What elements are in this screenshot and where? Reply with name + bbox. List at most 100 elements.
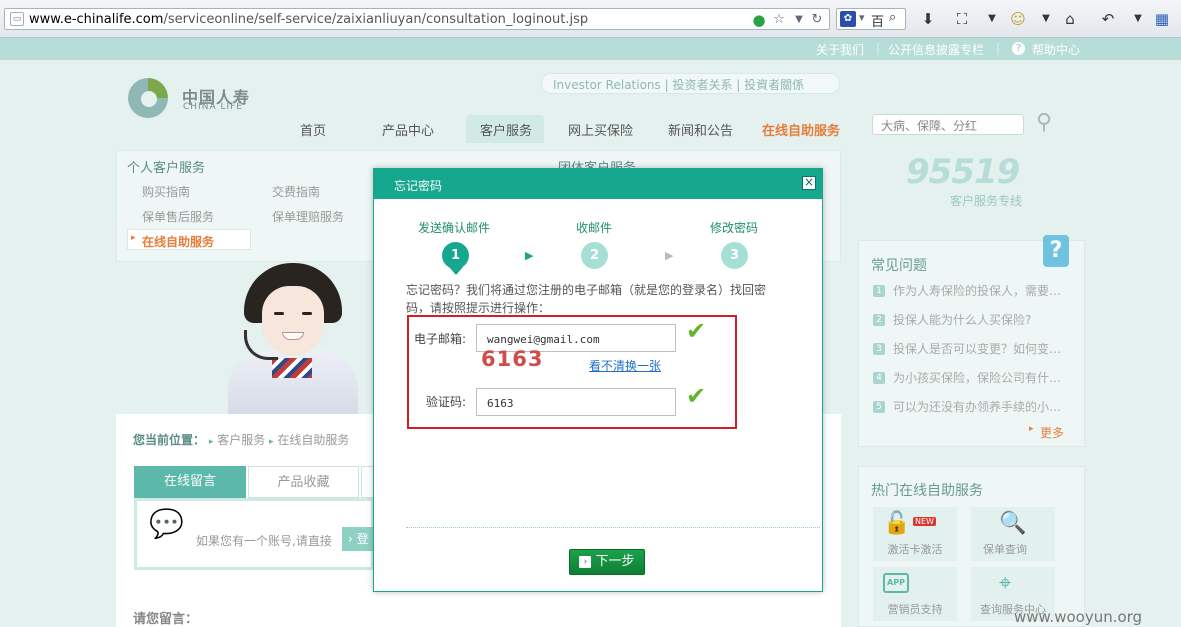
close-icon[interactable]: × bbox=[802, 176, 816, 190]
disclosure-link[interactable]: 公开信息披露专栏 bbox=[888, 41, 984, 58]
menu-item-self-service-label: 在线自助服务 bbox=[142, 235, 215, 249]
dialog-header: 忘记密码 × bbox=[374, 169, 822, 199]
breadcrumb-item[interactable]: 客户服务 bbox=[217, 433, 265, 447]
menu-item-buy-guide[interactable]: 购买指南 bbox=[142, 183, 190, 200]
dropdown-arrow-icon[interactable]: ▼ bbox=[1128, 9, 1148, 29]
page-icon: ▭ bbox=[10, 12, 24, 26]
separator: | bbox=[876, 41, 881, 55]
step-label-receive-email: 收邮件 bbox=[576, 221, 613, 235]
nav-news[interactable]: 新闻和公告 bbox=[668, 120, 733, 139]
hot-services-title: 热门在线自助服务 bbox=[871, 483, 983, 499]
site-top-bar: 关于我们 | 公开信息披露专栏 | ? 帮助中心 bbox=[0, 38, 1181, 60]
logo-icon-inner bbox=[141, 91, 157, 107]
screenshot-icon[interactable]: ⛶ bbox=[952, 9, 972, 29]
investor-relations-text[interactable]: Investor Relations | 投资者关系 | 投資者關係 bbox=[553, 76, 804, 93]
hot-service-card-activate[interactable]: 🔓 NEW 激活卡激活 bbox=[873, 507, 957, 561]
faq-panel: 常见问题 ? 1 作为人寿保险的投保人，需要… 2 投保人能为什么人买保险? 3… bbox=[858, 235, 1085, 447]
email-label: 电子邮箱: bbox=[414, 332, 467, 346]
arrow-right-icon: ▸ bbox=[1029, 424, 1034, 434]
login-button[interactable]: › 登 bbox=[342, 527, 376, 551]
dialog-title: 忘记密码 bbox=[394, 179, 443, 193]
step-label-change-password: 修改密码 bbox=[710, 221, 759, 235]
faq-item[interactable]: 投保人能为什么人买保险? bbox=[893, 311, 1031, 328]
dialog-description: 忘记密码？我们将通过您注册的电子邮箱（就是您的登录名）找回密码，请按照提示进行操… bbox=[406, 283, 767, 315]
faq-item[interactable]: 作为人寿保险的投保人，需要… bbox=[893, 282, 1061, 299]
forgot-password-dialog: 忘记密码 × 发送确认邮件 收邮件 修改密码 1 ▶ 2 ▶ 3 忘记密码？我们… bbox=[373, 168, 823, 592]
nav-customer-service[interactable]: 客户服务 bbox=[480, 120, 532, 139]
breadcrumb-label: 您当前位置： bbox=[133, 433, 206, 447]
bookmark-star-icon[interactable]: ☆ bbox=[771, 12, 787, 28]
question-mark-icon: ? bbox=[1043, 235, 1069, 267]
captcha-refresh-link[interactable]: 看不清换一张 bbox=[589, 357, 661, 374]
map-pin-icon: ⌖ bbox=[999, 571, 1012, 596]
app-icon: APP bbox=[883, 573, 909, 593]
step-indicator-1: 1 bbox=[442, 242, 469, 269]
faq-number: 2 bbox=[873, 314, 885, 326]
faq-number: 3 bbox=[873, 343, 885, 355]
step-indicator-3: 3 bbox=[721, 242, 748, 269]
next-step-button[interactable]: › 下一步 bbox=[569, 549, 645, 575]
browser-toolbar: ▭ www.e-chinalife.com/serviceonline/self… bbox=[0, 0, 1181, 38]
nav-self-service[interactable]: 在线自助服务 bbox=[762, 120, 840, 139]
windows-icon[interactable]: ▦ bbox=[1152, 9, 1172, 29]
faq-item[interactable]: 可以为还没有办领养手续的小… bbox=[893, 398, 1061, 415]
hot-service-label: 营销员支持 bbox=[887, 603, 943, 616]
step-arrow-icon: ▶ bbox=[525, 249, 534, 262]
arrow-right-icon: ▸ bbox=[131, 233, 136, 243]
dropdown-arrow-icon[interactable]: ▼ bbox=[791, 12, 807, 28]
nav-buy-online[interactable]: 网上买保险 bbox=[568, 120, 633, 139]
menu-item-pay-guide[interactable]: 交费指南 bbox=[272, 183, 320, 200]
step-pointer bbox=[449, 267, 463, 275]
hot-services-panel: 热门在线自助服务 🔓 NEW 激活卡激活 🔍 保单查询 APP 营销员支持 ⌖ … bbox=[858, 466, 1085, 627]
dropdown-arrow-icon[interactable]: ▼ bbox=[982, 9, 1002, 29]
check-icon: ✔ bbox=[686, 382, 707, 410]
nav-home[interactable]: 首页 bbox=[300, 120, 326, 139]
faq-more-link[interactable]: 更多 bbox=[1040, 424, 1064, 441]
arrow-right-icon: › bbox=[579, 555, 592, 568]
logo-text-en[interactable]: CHINA LIFE bbox=[183, 102, 243, 112]
tab-product-favorites[interactable]: 产品收藏 bbox=[248, 466, 359, 498]
new-badge: NEW bbox=[913, 517, 936, 526]
separator: | bbox=[996, 41, 1001, 55]
faq-title: 常见问题 bbox=[871, 258, 927, 274]
nav-products[interactable]: 产品中心 bbox=[382, 120, 434, 139]
search-engine-icon[interactable]: ✿ bbox=[840, 11, 856, 27]
search-icon[interactable]: ⌕ bbox=[889, 10, 896, 25]
search-icon[interactable]: ⚲ bbox=[1036, 110, 1052, 135]
captcha-field[interactable]: 6163 bbox=[476, 388, 676, 416]
search-engine-dropdown-icon[interactable]: ▾ bbox=[859, 11, 865, 24]
browser-search-box[interactable]: ✿ ▾ 百 ⌕ bbox=[836, 8, 906, 30]
check-icon: ✔ bbox=[686, 317, 707, 345]
hot-service-card-agent[interactable]: APP 营销员支持 bbox=[873, 567, 957, 621]
site-search-input[interactable]: 大病、保障、分红 bbox=[872, 114, 1024, 135]
menu-item-self-service[interactable]: ▸ 在线自助服务 bbox=[127, 229, 251, 250]
arrow-right-icon: ▸ bbox=[269, 437, 274, 447]
go-icon[interactable]: ● bbox=[751, 12, 767, 28]
addon-icon[interactable]: ☺ bbox=[1008, 9, 1028, 29]
tab-leave-message[interactable]: 在线留言 bbox=[134, 466, 246, 498]
address-bar[interactable]: ▭ www.e-chinalife.com/serviceonline/self… bbox=[4, 8, 830, 30]
breadcrumb-item[interactable]: 在线自助服务 bbox=[277, 433, 349, 447]
about-us-link[interactable]: 关于我们 bbox=[816, 41, 864, 58]
faq-item[interactable]: 投保人是否可以变更？如何变… bbox=[893, 340, 1061, 357]
reload-icon[interactable]: ↻ bbox=[809, 12, 825, 28]
menu-personal-title[interactable]: 个人客户服务 bbox=[127, 157, 205, 176]
investor-relations-bar[interactable]: Investor Relations | 投资者关系 | 投資者關係 bbox=[541, 73, 840, 94]
faq-number: 5 bbox=[873, 401, 885, 413]
history-icon[interactable]: ↶ bbox=[1098, 9, 1118, 29]
hot-service-label: 激活卡激活 bbox=[887, 543, 943, 556]
hotline-label: 客户服务专线 bbox=[950, 194, 1023, 208]
step-label-send-email: 发送确认邮件 bbox=[418, 221, 491, 235]
next-step-label: 下一步 bbox=[595, 554, 635, 569]
home-icon[interactable]: ⌂ bbox=[1060, 9, 1080, 29]
menu-item-after-sales[interactable]: 保单售后服务 bbox=[142, 208, 214, 225]
dropdown-arrow-icon[interactable]: ▼ bbox=[1036, 9, 1056, 29]
message-login-prompt: 如果您有一个账号,请直接 bbox=[196, 534, 332, 548]
help-center-link[interactable]: 帮助中心 bbox=[1032, 41, 1080, 58]
hot-service-card-policy[interactable]: 🔍 保单查询 bbox=[971, 507, 1055, 561]
menu-item-claims[interactable]: 保单理赔服务 bbox=[272, 208, 344, 225]
download-icon[interactable]: ⬇ bbox=[918, 9, 938, 29]
faq-item[interactable]: 为小孩买保险，保险公司有什… bbox=[893, 369, 1061, 386]
hotline-number: 95519 bbox=[906, 152, 1020, 192]
lock-icon: 🔓 bbox=[883, 511, 911, 536]
